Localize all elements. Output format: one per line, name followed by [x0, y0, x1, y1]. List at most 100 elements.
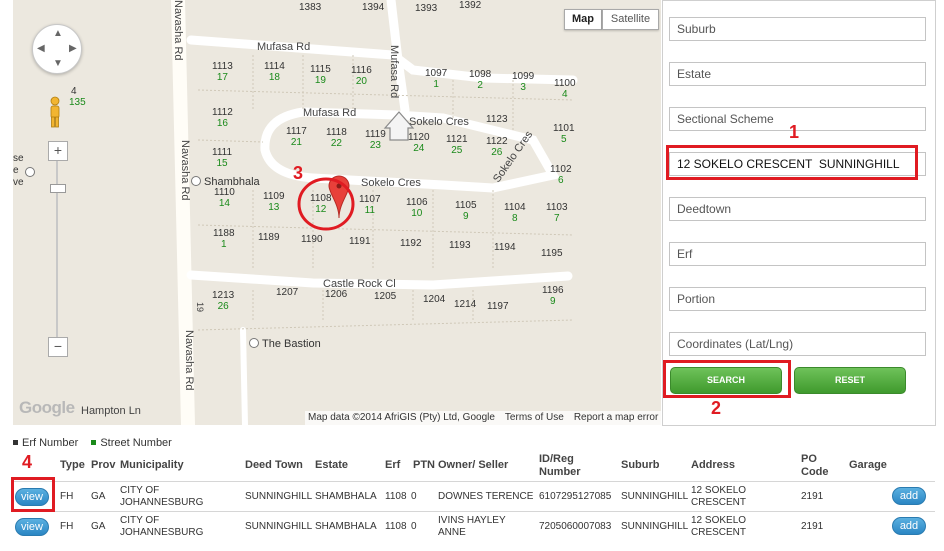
cell-municipality: CITY OF JOHANNESBURG [120, 515, 204, 538]
terms-of-use-link[interactable]: Terms of Use [505, 412, 564, 423]
plot-label[interactable]: 1112 16 [212, 107, 233, 129]
street-number-swatch [91, 440, 97, 445]
road-label-mufasa-top: Mufasa Rd [257, 41, 311, 53]
plot-label[interactable]: 1110 14 [214, 187, 235, 209]
pan-right-icon[interactable]: ▶ [69, 44, 77, 54]
plot-label[interactable]: 1214 [454, 299, 476, 310]
estate-field[interactable] [669, 62, 926, 86]
pan-up-icon[interactable]: ▲ [53, 29, 63, 39]
plot-label[interactable]: 1122 26 [486, 136, 508, 158]
plot-label[interactable]: 1193 [449, 240, 471, 251]
plot-label[interactable]: 1101 5 [553, 123, 575, 145]
col-municipality: Municipality [120, 459, 184, 471]
plot-label[interactable]: 1206 [325, 289, 347, 300]
coordinates-field[interactable] [669, 332, 926, 356]
road-label-mufasa-vertical: Mufasa Rd [388, 45, 400, 99]
report-map-error-link[interactable]: Report a map error [574, 412, 658, 423]
plot-label[interactable]: 1204 [423, 294, 445, 305]
deedtown-field[interactable] [669, 197, 926, 221]
plot-label[interactable]: 1213 26 [212, 290, 234, 312]
plot-label[interactable]: 1098 2 [469, 69, 491, 91]
erf-number: 1189 [258, 232, 280, 243]
suburb-field[interactable] [669, 17, 926, 41]
col-estate: Estate [315, 459, 349, 471]
plot-label[interactable]: 1100 4 [554, 78, 576, 100]
add-button[interactable]: add [892, 487, 926, 505]
erf-number: 1101 [553, 123, 575, 134]
road-label-navasha-mid: Navasha Rd [179, 140, 191, 201]
add-button[interactable]: add [892, 517, 926, 535]
plot-label[interactable]: 1118 22 [326, 127, 347, 149]
plot-label[interactable]: 1113 17 [212, 61, 233, 83]
map-type-map-button[interactable]: Map [564, 9, 602, 30]
plot-label[interactable]: 1189 [258, 232, 280, 243]
view-button[interactable]: view [15, 518, 49, 536]
table-row: view FH GA CITY OF JOHANNESBURG SUNNINGH… [13, 511, 935, 542]
plot-label[interactable]: 1392 [459, 0, 481, 11]
plot-label[interactable]: 1197 [487, 301, 509, 312]
erf-field[interactable] [669, 242, 926, 266]
plot-label[interactable]: 1103 7 [546, 202, 568, 224]
plot-label[interactable]: 1393 [415, 3, 437, 14]
plot-label[interactable]: 1102 6 [550, 164, 572, 186]
legend-street: Street Number [100, 437, 172, 449]
cell-address: 12 SOKELO CRESCENT [691, 485, 747, 508]
plot-label[interactable]: 1207 [276, 287, 298, 298]
cell-id-reg: 7205060007083 [539, 521, 612, 532]
street-view-pegman-icon[interactable] [48, 96, 62, 128]
zoom-slider-handle[interactable] [50, 184, 66, 193]
poi-the-bastion[interactable]: The Bastion [249, 338, 321, 350]
table-row: view FH GA CITY OF JOHANNESBURG SUNNINGH… [13, 481, 935, 512]
plot-label[interactable]: 1123 [486, 114, 508, 125]
portion-field[interactable] [669, 287, 926, 311]
zoom-in-button[interactable]: + [48, 141, 68, 161]
plot-label[interactable]: 1119 23 [365, 129, 386, 151]
street-number: 13 [268, 202, 280, 213]
plot-label[interactable]: 1114 18 [264, 61, 285, 83]
plot-label[interactable]: 1105 9 [455, 200, 477, 222]
pan-left-icon[interactable]: ◀ [37, 44, 45, 54]
plot-label[interactable]: 1099 3 [512, 71, 534, 93]
cell-id-reg: 6107295127085 [539, 491, 612, 502]
plot-label[interactable]: 1190 [301, 234, 323, 245]
plot-label[interactable]: 1107 11 [359, 194, 381, 216]
street-number: 19 [314, 75, 326, 86]
plot-label[interactable]: 1195 [541, 248, 563, 259]
reset-button[interactable]: RESET [794, 367, 906, 394]
plot-label[interactable]: 1191 [349, 236, 371, 247]
erf-number: 1118 [326, 127, 347, 138]
street-number: 5 [560, 134, 567, 145]
plot-label[interactable]: 1192 [400, 238, 422, 249]
plot-label[interactable]: 1104 8 [504, 202, 526, 224]
cell-po-code: 2191 [801, 491, 824, 502]
zoom-out-button[interactable]: − [48, 337, 68, 357]
results-table-header: Type Prov Municipality Deed Town Estate … [13, 451, 935, 481]
plot-label[interactable]: 1116 20 [351, 65, 372, 87]
plot-label[interactable]: 1383 [299, 2, 321, 13]
plot-label[interactable]: 1188 1 [213, 228, 235, 250]
street-number: 11 [364, 205, 375, 216]
plot-label[interactable]: 1117 21 [286, 126, 307, 148]
annotation-1: 1 [789, 122, 800, 142]
pan-down-icon[interactable]: ▼ [53, 59, 63, 69]
plot-label[interactable]: 1111 15 [212, 147, 232, 169]
cell-erf: 1108 [385, 521, 407, 532]
plot-label[interactable]: 1205 [374, 291, 396, 302]
erf-number: 1195 [541, 248, 563, 259]
plot-label[interactable]: 1394 [362, 2, 384, 13]
pan-control[interactable]: ▲ ▼ ◀ ▶ [32, 24, 82, 74]
annotation-4: 4 [22, 452, 33, 472]
plot-label[interactable]: 1109 13 [263, 191, 285, 213]
plot-label[interactable]: 1196 9 [542, 285, 564, 307]
plot-label[interactable]: 1106 10 [406, 197, 428, 219]
plot-label[interactable]: 1121 25 [446, 134, 468, 156]
map-type-satellite-button[interactable]: Satellite [602, 9, 659, 30]
erf-number: 1191 [349, 236, 371, 247]
plot-label[interactable]: 1120 24 [408, 132, 430, 154]
erf-number: 1193 [449, 240, 471, 251]
plot-label[interactable]: 1115 19 [310, 64, 331, 86]
cell-ptn: 0 [411, 521, 417, 532]
plot-label[interactable]: 1097 1 [425, 68, 447, 90]
plot-label[interactable]: 1194 [494, 242, 516, 253]
street-number: 15 [216, 158, 228, 169]
